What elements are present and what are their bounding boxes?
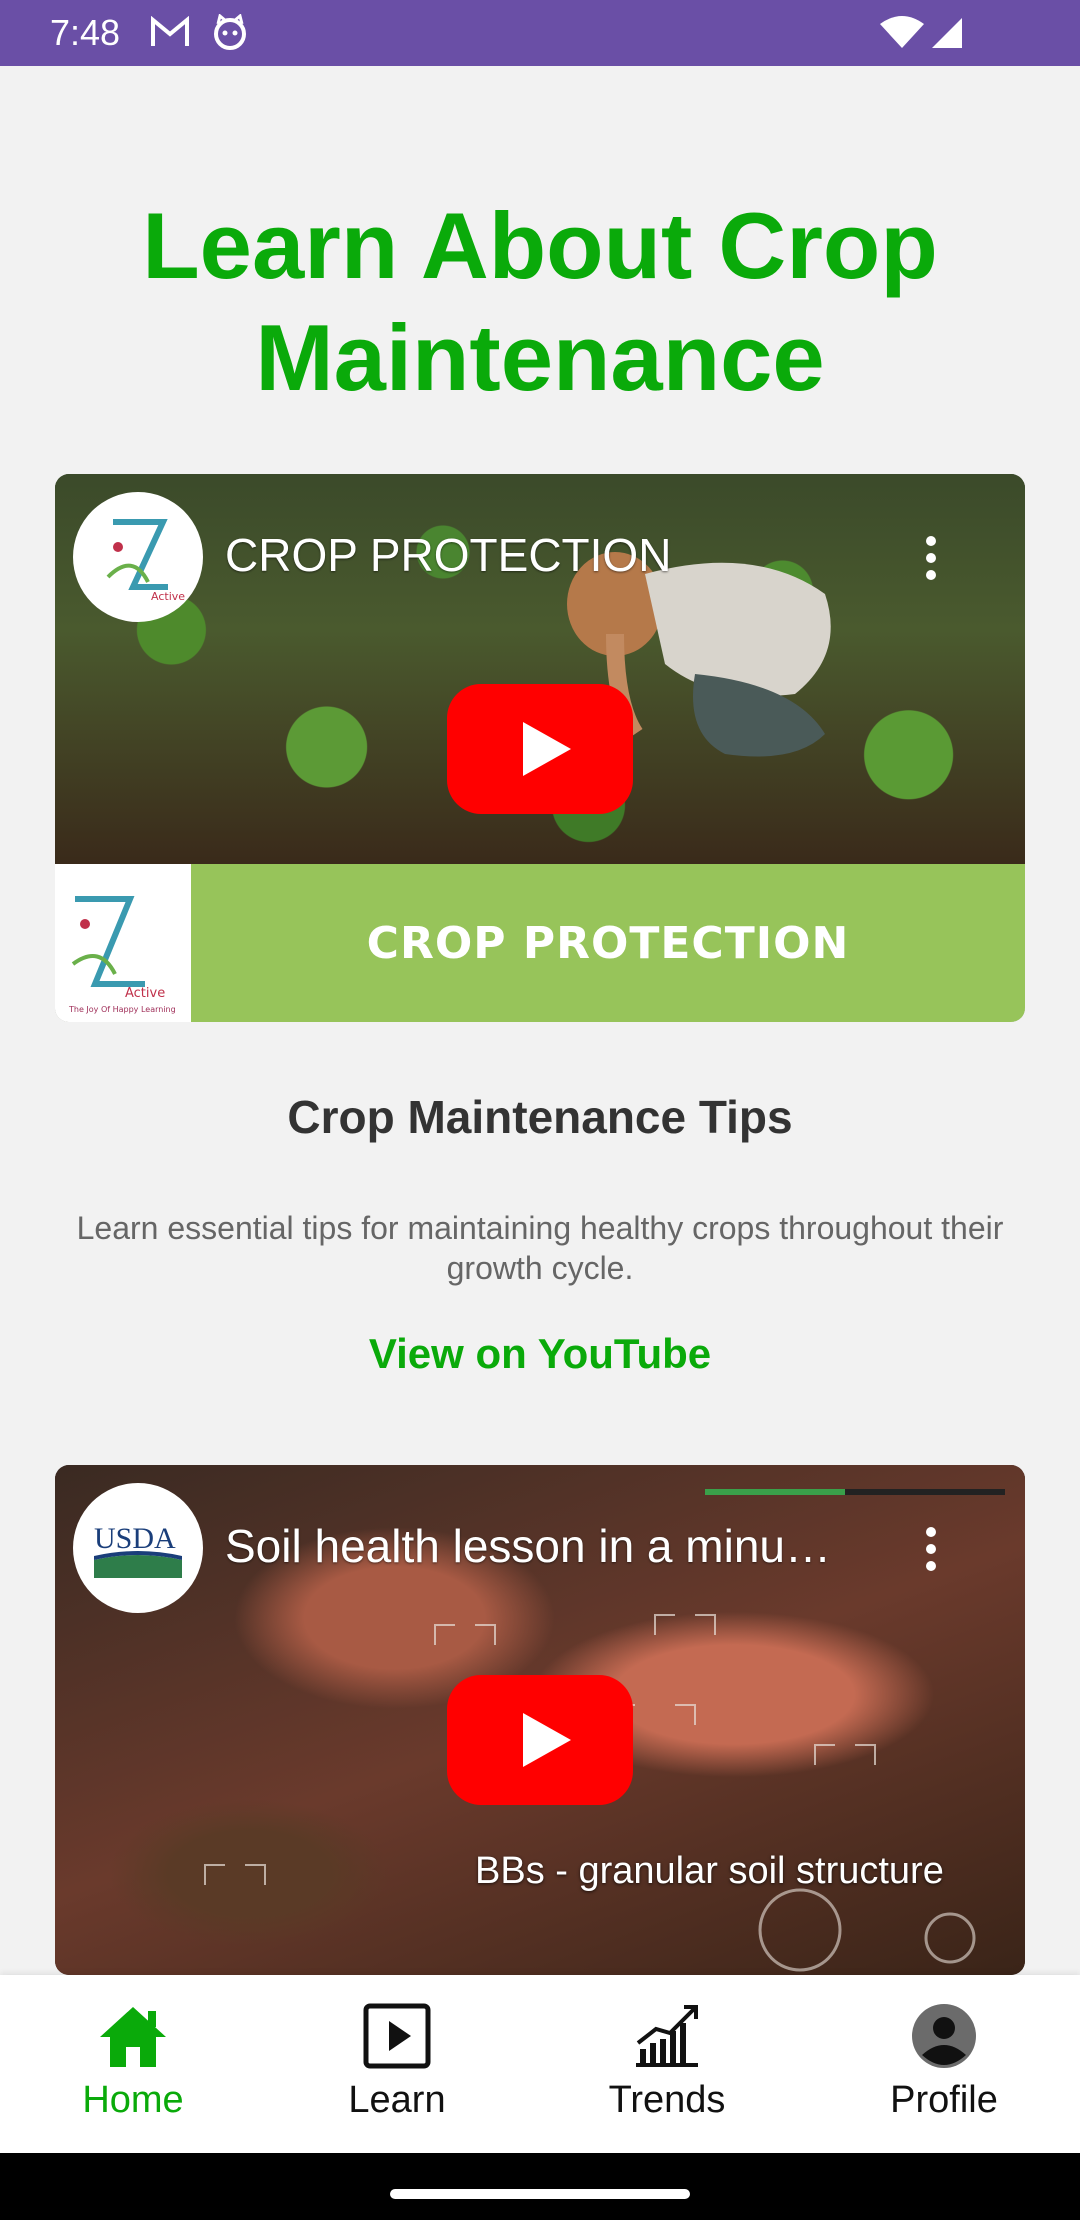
video-banner: Active The Joy Of Happy Learning CROP PR…	[55, 864, 1025, 1022]
status-bar: 7:48	[0, 0, 1080, 66]
svg-text:Active: Active	[125, 986, 165, 1001]
home-icon	[100, 2007, 166, 2067]
video-title[interactable]: CROP PROTECTION	[225, 528, 671, 582]
channel-avatar-active[interactable]: Active	[73, 492, 203, 622]
banner-logo: Active The Joy Of Happy Learning	[55, 864, 191, 1022]
nav-profile[interactable]: Profile	[844, 2003, 1044, 2122]
active-logo-text: Active	[151, 590, 185, 603]
nav-profile-label: Profile	[890, 2079, 998, 2121]
user-icon	[912, 2004, 976, 2068]
video-title[interactable]: Soil health lesson in a minu…	[225, 1519, 831, 1573]
channel-avatar-usda[interactable]: USDA	[73, 1483, 203, 1613]
home-indicator[interactable]	[390, 2189, 690, 2199]
video-player-crop-protection[interactable]: Active CROP PROTECTION Active The Joy Of…	[55, 474, 1025, 1022]
nav-learn-label: Learn	[348, 2079, 446, 2121]
play-button[interactable]	[447, 684, 633, 814]
nav-home[interactable]: Home	[33, 2003, 233, 2122]
svg-text:USDA: USDA	[94, 1522, 176, 1555]
cat-icon	[212, 13, 248, 55]
bottom-navigation: Home Learn Trends Profile	[0, 1975, 1080, 2153]
play-icon	[523, 722, 571, 776]
video-caption: BBs - granular soil structure	[475, 1850, 944, 1892]
chart-icon	[636, 2005, 698, 2067]
nav-learn[interactable]: Learn	[297, 2003, 497, 2122]
page-title: Learn About Crop Maintenance	[142, 193, 938, 410]
nav-home-label: Home	[82, 2079, 184, 2121]
more-vert-icon[interactable]	[925, 536, 937, 580]
play-icon	[523, 1713, 571, 1767]
banner-title: CROP PROTECTION	[366, 917, 850, 969]
system-gesture-bar	[0, 2153, 1080, 2220]
video-player-soil-health[interactable]: USDA Soil health lesson in a minu… BBs -…	[55, 1465, 1025, 1975]
more-vert-icon[interactable]	[925, 1527, 937, 1571]
signal-icon	[930, 16, 964, 55]
nav-trends[interactable]: Trends	[567, 2003, 767, 2122]
play-square-icon	[363, 2003, 431, 2069]
tips-title: Crop Maintenance Tips	[287, 1091, 793, 1143]
play-button[interactable]	[447, 1675, 633, 1805]
nav-trends-label: Trends	[608, 2079, 726, 2121]
gmail-icon	[150, 15, 190, 53]
wifi-icon	[880, 16, 924, 55]
status-time: 7:48	[50, 12, 121, 53]
view-on-youtube-link[interactable]: View on YouTube	[0, 1330, 1080, 1378]
svg-text:The Joy Of Happy Learning: The Joy Of Happy Learning	[68, 1005, 176, 1014]
banner-title-area: CROP PROTECTION	[191, 864, 1025, 1022]
tips-description: Learn essential tips for maintaining hea…	[76, 1210, 1004, 1286]
